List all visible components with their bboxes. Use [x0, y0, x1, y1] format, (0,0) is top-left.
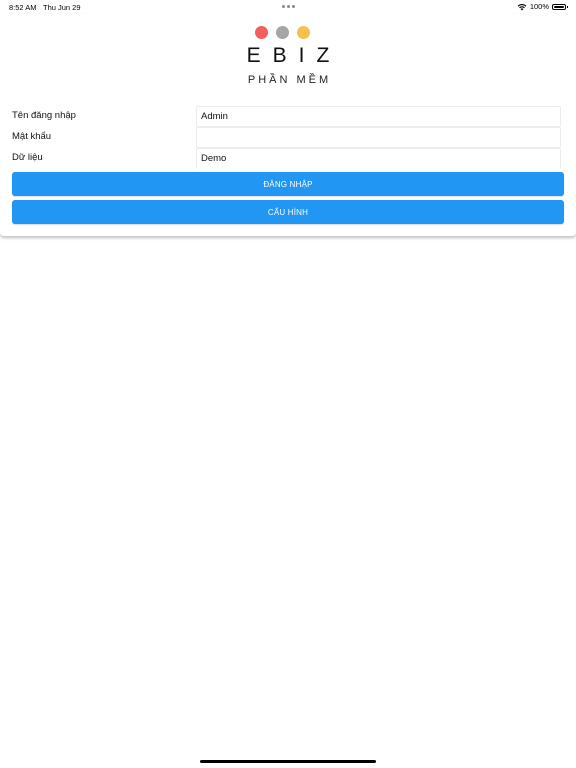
username-label: Tên đăng nhập	[12, 110, 76, 121]
wifi-icon	[517, 3, 527, 11]
home-indicator[interactable]	[200, 760, 376, 763]
status-time: 8:52 AM	[9, 3, 37, 12]
multitasking-dots-icon[interactable]	[282, 5, 295, 8]
login-button[interactable]: ĐĂNG NHẬP	[12, 172, 564, 196]
status-date: Thu Jun 29	[43, 3, 81, 12]
config-button[interactable]: CẤU HÌNH	[12, 200, 564, 224]
logo-dots	[0, 26, 576, 39]
data-row: Dữ liệu	[0, 148, 576, 169]
status-indicators: 100%	[517, 2, 568, 11]
login-card: EBIZ PHẦN MỀM Tên đăng nhập Mật khẩu Dữ …	[0, 14, 576, 236]
data-label: Dữ liệu	[12, 152, 43, 163]
status-bar: 8:52 AM Thu Jun 29 100%	[0, 0, 576, 14]
logo-dot-gray	[275, 26, 289, 39]
screen: 8:52 AM Thu Jun 29 100% EBIZ PHẦN MỀM Tê…	[0, 0, 576, 768]
data-select-input[interactable]	[196, 148, 561, 169]
dot	[287, 5, 290, 8]
username-row: Tên đăng nhập	[0, 106, 576, 127]
username-input[interactable]	[196, 106, 561, 127]
dot	[282, 5, 285, 8]
logo-subtitle: PHẦN MỀM	[247, 74, 332, 86]
password-row: Mật khẩu	[0, 127, 576, 148]
dot	[292, 5, 295, 8]
logo-dot-red	[254, 26, 268, 39]
password-label: Mật khẩu	[12, 131, 52, 142]
logo-title: EBIZ	[246, 44, 342, 67]
app-logo: EBIZ PHẦN MỀM	[0, 26, 576, 86]
battery-icon	[552, 3, 568, 10]
logo-dot-yellow	[296, 26, 310, 39]
battery-percent: 100%	[529, 2, 549, 11]
password-input[interactable]	[196, 127, 561, 148]
